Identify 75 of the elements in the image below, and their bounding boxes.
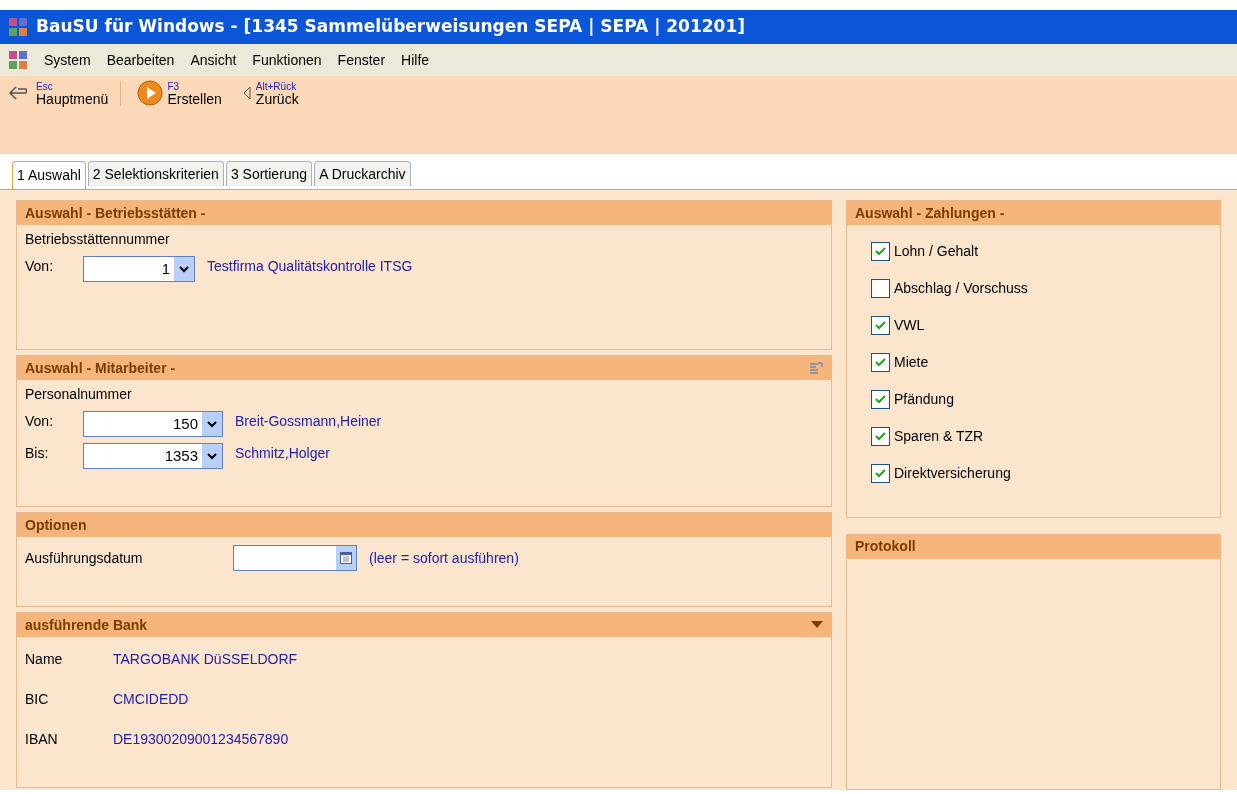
panel-title: Auswahl - Mitarbeiter - — [25, 358, 176, 378]
field-label: Betriebsstättennummer — [25, 230, 171, 249]
toolbar-button[interactable]: F3 Erstellen — [133, 80, 226, 106]
button-label: Erstellen — [167, 91, 222, 106]
menu-item[interactable]: Hilfe — [401, 49, 430, 71]
checkmark-icon — [875, 394, 886, 405]
toolbar-button[interactable]: Alt+Rück Zurück — [237, 80, 303, 106]
field-label: Personalnummer — [25, 385, 133, 404]
date-field[interactable] — [233, 545, 357, 571]
combo-box[interactable]: 1353 — [83, 443, 223, 469]
field-label: Name — [25, 650, 64, 669]
checkbox[interactable] — [871, 316, 890, 335]
hint-text: (leer = sofort ausführen) — [369, 548, 519, 568]
checkbox[interactable] — [871, 427, 890, 446]
checkbox-label: Miete — [894, 353, 929, 372]
checkbox[interactable] — [871, 242, 890, 261]
shortcut-label: Esc — [36, 80, 53, 92]
combo-box[interactable]: 1 — [83, 256, 195, 282]
checkbox[interactable] — [871, 279, 890, 298]
field-value: 1 — [160, 259, 171, 279]
calendar-icon — [340, 552, 352, 564]
checkbox[interactable] — [871, 353, 890, 372]
menu-item[interactable]: Fenster — [337, 49, 386, 71]
checkbox-label: Pfändung — [894, 390, 954, 409]
field-value: 1353 — [163, 446, 199, 466]
app-icon — [8, 17, 28, 37]
field-value: CMCIDEDD — [113, 690, 189, 709]
field-value: TARGOBANK DüSSELDORF — [113, 650, 298, 669]
field-label: Bis: — [25, 444, 50, 463]
checkmark-icon — [875, 431, 886, 442]
shortcut-label: F3 — [167, 80, 180, 92]
menu-item[interactable]: Ansicht — [190, 49, 237, 71]
field-value: DE19300209001234567890 — [113, 730, 289, 749]
checkmark-icon — [875, 357, 886, 368]
panel-title: Auswahl - Zahlungen - — [855, 203, 1005, 223]
field-label: Von: — [25, 257, 55, 276]
checkbox-label: Sparen & TZR — [894, 427, 984, 446]
checkmark-icon — [875, 468, 886, 479]
app-icon — [8, 50, 28, 70]
tab[interactable]: 3 Sortierung — [225, 161, 313, 186]
lookup-name: Breit-Gossmann,Heiner — [235, 412, 382, 431]
tab[interactable]: 2 Selektionskriterien — [87, 161, 224, 186]
menu-item[interactable]: Bearbeiten — [106, 49, 175, 71]
menu-item[interactable]: System — [44, 49, 91, 71]
field-label: Von: — [25, 412, 55, 431]
button-label: Zurück — [255, 91, 299, 106]
collapse-triangle-icon[interactable] — [811, 621, 823, 629]
toolbar-button[interactable]: Esc Hauptmenü — [4, 80, 122, 106]
tab[interactable]: A Druckarchiv — [314, 161, 411, 186]
checkmark-icon — [875, 246, 886, 257]
menu-item[interactable]: Funktionen — [252, 49, 322, 71]
checkbox-label: Lohn / Gehalt — [894, 242, 979, 261]
panel-title: Auswahl - Betriebsstätten - — [25, 203, 206, 223]
window-title: BauSU für Windows - [1345 Sammelüberweisungen SEPA | SEPA | 201201] — [36, 15, 745, 39]
combo-box[interactable]: 150 — [83, 411, 223, 437]
checkbox[interactable] — [871, 390, 890, 409]
lookup-name: Testfirma Qualitätskontrolle ITSG — [207, 257, 413, 276]
lookup-name: Schmitz,Holger — [235, 444, 330, 463]
checkbox-label: Direktversicherung — [894, 464, 1011, 483]
field-label: Ausführungsdatum — [25, 548, 144, 568]
button-label: Hauptmenü — [36, 91, 109, 106]
play-icon — [137, 80, 164, 106]
triangle-left-icon — [241, 86, 252, 100]
panel-title: Optionen — [25, 515, 87, 535]
field-value: 150 — [171, 414, 199, 434]
shortcut-label: Alt+Rück — [255, 80, 297, 92]
checkbox-label: Abschlag / Vorschuss — [894, 279, 1028, 298]
panel-title: Protokoll — [855, 537, 916, 557]
checkbox-label: VWL — [894, 316, 925, 335]
tab[interactable]: 1 Auswahl — [12, 161, 86, 189]
checkmark-icon — [875, 320, 886, 331]
field-label: IBAN — [25, 730, 59, 749]
panel-title: ausführende Bank — [25, 615, 148, 635]
field-label: BIC — [25, 690, 50, 709]
checkbox[interactable] — [871, 464, 890, 483]
